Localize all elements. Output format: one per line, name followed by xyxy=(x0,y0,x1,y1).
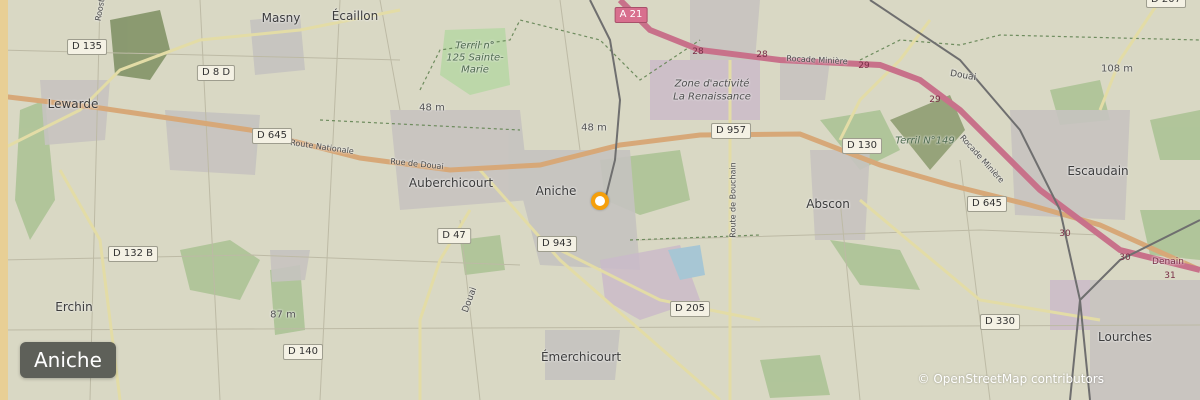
place-ecaillon[interactable]: Écaillon xyxy=(332,9,378,23)
zone-activite-line2: La Renaissance xyxy=(673,91,751,103)
place-erchin[interactable]: Erchin xyxy=(55,300,92,314)
shield-d645: D 645 xyxy=(967,196,1007,212)
map-title-badge: Aniche xyxy=(20,342,116,378)
terril-125-label-line1: Terril n° xyxy=(455,40,495,52)
place-emerchicourt[interactable]: Émerchicourt xyxy=(541,350,621,364)
junction-number: 31 xyxy=(1164,271,1176,281)
place-escaudain[interactable]: Escaudain xyxy=(1067,164,1128,178)
junction-number: 28 xyxy=(692,47,704,57)
map-canvas[interactable]: Masny Écaillon Lewarde Auberchicourt Ani… xyxy=(0,0,1200,400)
place-aniche[interactable]: Aniche xyxy=(536,184,577,198)
junction-number: 29 xyxy=(858,61,870,71)
shield-d130: D 130 xyxy=(842,138,882,154)
junction-number: 30 xyxy=(1119,253,1131,263)
elevation-label: 48 m xyxy=(419,102,445,114)
map-attribution[interactable]: © OpenStreetMap contributors xyxy=(918,372,1104,386)
place-abscon[interactable]: Abscon xyxy=(806,197,850,211)
road-name-denain: Denain xyxy=(1152,257,1184,267)
elevation-label: 48 m xyxy=(581,122,607,134)
shield-d47: D 47 xyxy=(437,228,471,244)
elevation-label: 87 m xyxy=(270,309,296,321)
shield-d132b: D 132 B xyxy=(107,246,159,262)
location-marker-icon[interactable] xyxy=(591,192,609,210)
place-masny[interactable]: Masny xyxy=(262,11,301,25)
shield-d207: D 207 xyxy=(1146,0,1186,8)
shield-d957: D 957 xyxy=(711,123,751,139)
shield-d943: D 943 xyxy=(537,236,577,252)
shield-d205: D 205 xyxy=(670,301,710,317)
elevation-label: 108 m xyxy=(1100,63,1134,75)
terril-149-label: Terril N°149 xyxy=(895,135,955,147)
shield-d140: D 140 xyxy=(283,344,323,360)
shield-d330: D 330 xyxy=(980,314,1020,330)
shield-d645: D 645 xyxy=(252,128,292,144)
road-name-route-de-bouchain: Route de Bouchain xyxy=(728,162,738,238)
map-edge-strip xyxy=(0,0,8,400)
place-lewarde[interactable]: Lewarde xyxy=(48,97,99,111)
junction-number: 29 xyxy=(929,95,941,105)
junction-number: 28 xyxy=(756,50,768,60)
terril-125-label-line2: 125 Sainte- xyxy=(446,52,504,64)
shield-a21: A 21 xyxy=(614,7,648,23)
terril-125-label-line3: Marie xyxy=(461,64,489,76)
zone-activite-line1: Zone d'activité xyxy=(674,78,750,90)
shield-d135: D 135 xyxy=(67,39,107,55)
place-lourches[interactable]: Lourches xyxy=(1098,330,1152,344)
shield-d8d: D 8 D xyxy=(196,65,236,81)
junction-number: 30 xyxy=(1059,229,1071,239)
place-auberchicourt[interactable]: Auberchicourt xyxy=(409,176,493,190)
